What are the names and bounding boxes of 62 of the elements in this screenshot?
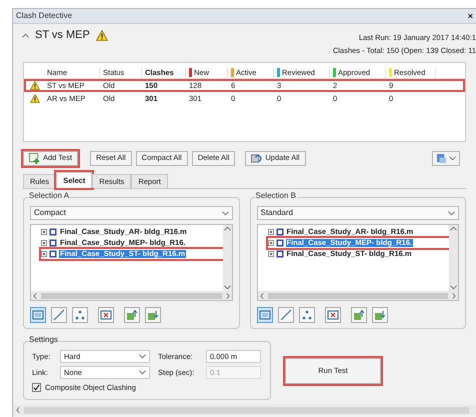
cube-arrow-icon: [126, 309, 138, 321]
warning-icon: [30, 81, 40, 90]
line-icon: [280, 309, 292, 321]
tool-button[interactable]: [256, 307, 272, 323]
close-button[interactable]: ×: [468, 12, 473, 20]
update-icon: [251, 152, 262, 164]
points-icon: [300, 309, 312, 321]
surface-icon: [258, 309, 270, 321]
warning-icon: [30, 94, 40, 103]
vertical-scrollbar[interactable]: [449, 225, 458, 291]
caret-icon: [222, 210, 228, 216]
caret-icon: [224, 285, 230, 290]
vertical-scrollbar[interactable]: [222, 225, 232, 291]
points-icon: [74, 309, 86, 321]
tool-button[interactable]: [98, 307, 114, 323]
expand-icon: [41, 240, 47, 246]
selection-title: Selection B: [254, 192, 297, 200]
selection-dropdown[interactable]: Compact: [30, 206, 232, 220]
tool-button[interactable]: [72, 307, 88, 323]
caret-icon: [450, 226, 457, 231]
line-icon: [53, 309, 65, 321]
tool-button[interactable]: [372, 307, 388, 323]
horizontal-scrollbar[interactable]: [13, 405, 476, 415]
expand-icon: [268, 240, 274, 246]
composite-checkbox[interactable]: [32, 383, 41, 392]
caret-icon: [450, 285, 457, 290]
tool-button[interactable]: [145, 307, 161, 323]
caret-icon: [449, 156, 456, 160]
add-icon: [29, 152, 40, 164]
tool-button[interactable]: [298, 307, 314, 323]
expand-icon: [268, 229, 274, 235]
tool-button[interactable]: [30, 307, 46, 323]
cube-arrow-icon: [374, 309, 386, 321]
warning-icon: [96, 30, 108, 40]
cube-arrow-icon: [147, 309, 159, 321]
caret-icon: [448, 210, 455, 216]
selection-title: Selection A: [28, 192, 70, 200]
horizontal-scrollbar[interactable]: [31, 291, 232, 300]
window-title: Clash Detective: [16, 10, 72, 22]
collapse-toggle[interactable]: [21, 31, 29, 39]
caret-icon: [22, 32, 28, 38]
options-button[interactable]: [432, 150, 460, 166]
expand-icon: [268, 251, 274, 257]
caret-icon: [224, 226, 230, 231]
tool-button[interactable]: [278, 307, 294, 323]
caret-icon: [139, 354, 146, 359]
settings-title: Settings: [28, 336, 59, 344]
tool-button[interactable]: [324, 307, 340, 323]
tool-button[interactable]: [124, 307, 140, 323]
tool-button[interactable]: [350, 307, 366, 323]
horizontal-scrollbar[interactable]: [258, 291, 458, 300]
tool-button[interactable]: [51, 307, 67, 323]
surface-icon: [32, 309, 44, 321]
self-intersect-icon: [326, 309, 338, 321]
self-intersect-icon: [100, 309, 112, 321]
test-name: ST vs MEP: [35, 28, 90, 43]
cube-arrow-icon: [352, 309, 364, 321]
caret-icon: [139, 370, 146, 375]
expand-icon: [41, 251, 47, 257]
check-icon: [33, 384, 40, 392]
expand-icon: [41, 229, 47, 235]
selection-dropdown[interactable]: Standard: [256, 206, 459, 220]
